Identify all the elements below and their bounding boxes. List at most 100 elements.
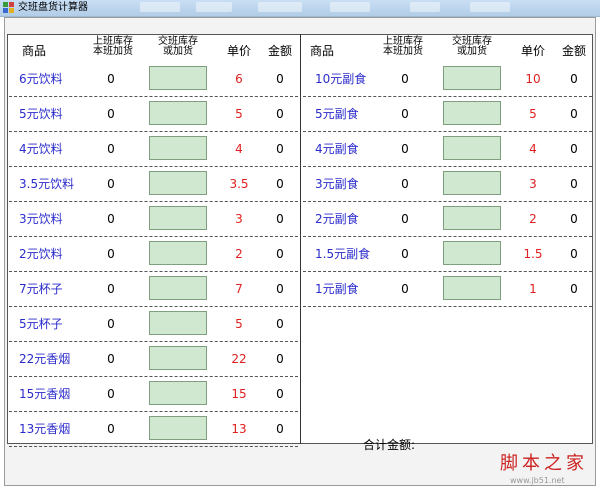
- item-name: 5元饮料: [19, 107, 63, 121]
- prev-stock-value: 0: [107, 422, 115, 436]
- header-handover: 交班库存 或加货: [149, 37, 207, 57]
- handover-stock-input[interactable]: [149, 381, 207, 405]
- unit-price-value: 3: [235, 212, 243, 226]
- amount-value: 0: [570, 282, 578, 296]
- watermark-logo: 脚本之家: [500, 453, 588, 474]
- amount-value: 0: [570, 72, 578, 86]
- prev-stock-value: 0: [107, 247, 115, 261]
- header-amount-right: 金额: [561, 44, 586, 58]
- header-handover-right: 交班库存 或加货: [443, 37, 501, 57]
- item-name: 2元副食: [315, 212, 359, 226]
- amount-value: 0: [276, 317, 284, 331]
- header-handover-line2: 或加货: [457, 46, 487, 57]
- item-name: 10元副食: [315, 72, 367, 86]
- amount-value: 0: [276, 422, 284, 436]
- unit-price-value: 7: [235, 282, 243, 296]
- prev-stock-value: 0: [401, 72, 409, 86]
- title-bar[interactable]: 交班盘货计算器: [0, 0, 600, 17]
- prev-stock-value: 0: [401, 247, 409, 261]
- unit-price-value: 3.5: [229, 177, 249, 191]
- handover-stock-input[interactable]: [149, 276, 207, 300]
- handover-stock-input[interactable]: [443, 171, 501, 195]
- header-price-right: 单价: [520, 44, 545, 58]
- window-title: 交班盘货计算器: [18, 2, 88, 13]
- handover-stock-input[interactable]: [443, 101, 501, 125]
- amount-value: 0: [276, 352, 284, 366]
- header-name: 商品: [21, 44, 46, 58]
- amount-value: 0: [276, 387, 284, 401]
- item-name: 4元副食: [315, 142, 359, 156]
- unit-price-value: 10: [525, 72, 541, 86]
- amount-value: 0: [570, 107, 578, 121]
- prev-stock-value: 0: [107, 317, 115, 331]
- amount-value: 0: [570, 177, 578, 191]
- amount-value: 0: [276, 72, 284, 86]
- header-amount: 金额: [267, 44, 292, 58]
- app-icon: [3, 2, 14, 13]
- handover-stock-input[interactable]: [149, 346, 207, 370]
- item-name: 6元饮料: [19, 72, 63, 86]
- row-separator: [303, 166, 592, 167]
- item-name: 2元饮料: [19, 247, 63, 261]
- header-handover-line2: 或加货: [163, 46, 193, 57]
- handover-stock-input[interactable]: [149, 66, 207, 90]
- handover-stock-input[interactable]: [149, 241, 207, 265]
- title-bar-blur: [258, 2, 302, 12]
- row-separator: [9, 201, 298, 202]
- header-prev-stock: 上班库存 本班加货: [89, 37, 137, 57]
- unit-price-value: 5: [529, 107, 537, 121]
- row-separator: [9, 166, 298, 167]
- handover-stock-input[interactable]: [443, 206, 501, 230]
- item-name: 7元杯子: [19, 282, 63, 296]
- amount-value: 0: [276, 142, 284, 156]
- row-separator: [9, 236, 298, 237]
- prev-stock-value: 0: [401, 142, 409, 156]
- prev-stock-value: 0: [107, 282, 115, 296]
- title-bar-blur: [330, 2, 370, 12]
- row-separator: [9, 341, 298, 342]
- unit-price-value: 5: [235, 107, 243, 121]
- prev-stock-value: 0: [107, 177, 115, 191]
- row-separator: [9, 446, 298, 447]
- title-bar-blur: [196, 2, 232, 12]
- unit-price-value: 22: [231, 352, 247, 366]
- amount-value: 0: [570, 142, 578, 156]
- prev-stock-value: 0: [107, 352, 115, 366]
- handover-stock-input[interactable]: [149, 311, 207, 335]
- amount-value: 0: [276, 247, 284, 261]
- handover-stock-input[interactable]: [149, 136, 207, 160]
- header-prev-stock-right: 上班库存 本班加货: [379, 37, 427, 57]
- prev-stock-value: 0: [107, 107, 115, 121]
- prev-stock-value: 0: [107, 142, 115, 156]
- title-bar-blur: [140, 2, 180, 12]
- handover-stock-input[interactable]: [149, 101, 207, 125]
- unit-price-value: 5: [235, 317, 243, 331]
- unit-price-value: 6: [235, 72, 243, 86]
- amount-value: 0: [276, 282, 284, 296]
- amount-value: 0: [276, 177, 284, 191]
- row-separator: [9, 96, 298, 97]
- row-separator: [303, 306, 592, 307]
- row-separator: [303, 131, 592, 132]
- handover-stock-input[interactable]: [443, 66, 501, 90]
- unit-price-value: 1.5: [523, 247, 543, 261]
- prev-stock-value: 0: [107, 212, 115, 226]
- amount-value: 0: [276, 212, 284, 226]
- handover-stock-input[interactable]: [149, 206, 207, 230]
- handover-stock-input[interactable]: [443, 136, 501, 160]
- prev-stock-value: 0: [107, 387, 115, 401]
- amount-value: 0: [570, 247, 578, 261]
- unit-price-value: 2: [529, 212, 537, 226]
- handover-stock-input[interactable]: [443, 276, 501, 300]
- handover-stock-input[interactable]: [149, 171, 207, 195]
- unit-price-value: 15: [231, 387, 247, 401]
- header-name-right: 商品: [309, 44, 334, 58]
- header-price: 单价: [226, 44, 251, 58]
- handover-stock-input[interactable]: [443, 241, 501, 265]
- handover-stock-input[interactable]: [149, 416, 207, 440]
- item-name: 3元副食: [315, 177, 359, 191]
- unit-price-value: 13: [231, 422, 247, 436]
- watermark-url: www.jb51.net: [510, 476, 565, 485]
- row-separator: [9, 376, 298, 377]
- prev-stock-value: 0: [107, 72, 115, 86]
